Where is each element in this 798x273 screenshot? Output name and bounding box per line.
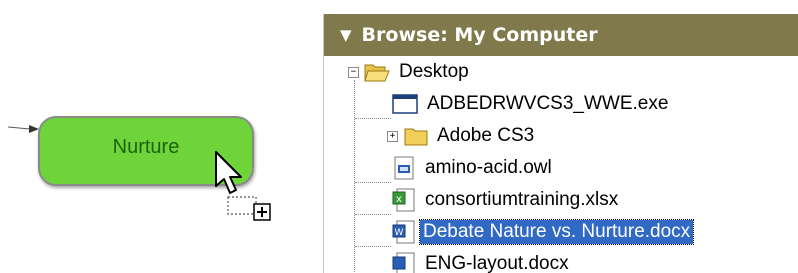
tree-connector-line: [354, 80, 355, 273]
tree-item-label: ENG-layout.docx: [425, 253, 569, 273]
folder-icon: [404, 128, 428, 146]
incoming-edge-arrow: [8, 125, 39, 133]
svg-text:W: W: [395, 228, 404, 238]
word-file-icon: [392, 252, 415, 273]
file-tree: − Desktop ADBEDRWVCS3_WWE.exe + Adobe CS…: [324, 56, 798, 273]
tree-item-label: consortiumtraining.xlsx: [425, 189, 619, 210]
concept-node-label: Nurture: [112, 135, 180, 158]
tree-item-file[interactable]: amino-acid.owl: [392, 152, 555, 184]
tree-item-label: Debate Nature vs. Nurture.docx: [418, 219, 695, 245]
tree-item-label: amino-acid.owl: [425, 157, 552, 178]
svg-text:x: x: [396, 194, 402, 205]
expand-plus-icon[interactable]: +: [387, 131, 398, 142]
browse-panel: ▼ Browse: My Computer − Desktop ADBEDRWV…: [323, 14, 798, 273]
tree-item-label: Desktop: [399, 61, 469, 82]
tree-connector-line: [355, 118, 391, 119]
excel-file-icon: x: [392, 188, 415, 212]
owl-file-icon: [394, 156, 414, 180]
tree-item-desktop[interactable]: Desktop: [364, 56, 472, 88]
browse-panel-title: Browse: My Computer: [361, 24, 598, 46]
word-file-icon: W: [392, 220, 415, 244]
tree-item-file-selected[interactable]: W Debate Nature vs. Nurture.docx: [392, 216, 695, 248]
browse-panel-header[interactable]: ▼ Browse: My Computer: [324, 14, 798, 56]
tree-item-label: Adobe CS3: [437, 125, 535, 146]
tree-item-folder[interactable]: Adobe CS3: [404, 120, 537, 152]
tree-item-file[interactable]: ENG-layout.docx: [392, 248, 572, 273]
tree-connector-line: [355, 214, 391, 215]
tree-connector-line: [355, 182, 391, 183]
open-folder-icon: [364, 64, 390, 82]
tree-item-file[interactable]: ADBEDRWVCS3_WWE.exe: [392, 88, 671, 120]
tree-item-file[interactable]: x consortiumtraining.xlsx: [392, 184, 621, 216]
drag-copy-indicator-icon: [227, 196, 271, 221]
concept-map-canvas[interactable]: Nurture: [0, 0, 320, 273]
tree-connector-line: [355, 246, 391, 247]
collapse-minus-icon[interactable]: −: [348, 67, 359, 78]
tree-item-label: ADBEDRWVCS3_WWE.exe: [427, 93, 669, 114]
application-icon: [392, 94, 418, 114]
collapse-triangle-icon[interactable]: ▼: [340, 26, 352, 44]
mouse-cursor-icon: [215, 151, 242, 194]
